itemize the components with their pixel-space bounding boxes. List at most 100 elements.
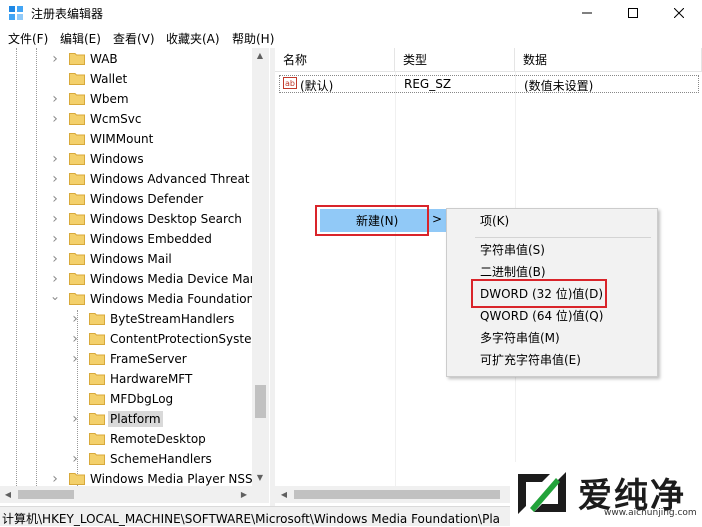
folder-icon bbox=[69, 272, 85, 285]
tree-item[interactable]: MFDbgLog bbox=[0, 389, 252, 409]
scroll-corner bbox=[252, 486, 269, 503]
minimize-button[interactable] bbox=[564, 0, 610, 26]
tree-item[interactable]: WIMMount bbox=[0, 129, 252, 149]
tree-item-label: Windows Defender bbox=[90, 192, 204, 206]
maximize-icon bbox=[628, 8, 638, 18]
submenu-multi-string-label: 多字符串值(M) bbox=[480, 331, 560, 345]
chevron-right-icon[interactable]: › bbox=[50, 272, 60, 286]
tree-horizontal-thumb[interactable] bbox=[18, 490, 74, 499]
key-tree[interactable]: › WAB Wallet › Wbem › WcmSvc WIMMount › Windows › W… bbox=[0, 48, 270, 506]
scroll-left-icon[interactable]: ◀ bbox=[2, 490, 14, 500]
chevron-right-icon[interactable]: › bbox=[50, 152, 60, 166]
tree-item[interactable]: ⌄ Windows Media Foundation bbox=[0, 289, 254, 309]
tree-item[interactable]: › ByteStreamHandlers bbox=[0, 309, 252, 329]
menu-favorites[interactable]: 收藏夹(A) bbox=[166, 30, 220, 47]
folder-icon bbox=[69, 132, 85, 145]
tree-item-label: WAB bbox=[90, 52, 118, 66]
status-path: 计算机\HKEY_LOCAL_MACHINE\SOFTWARE\Microsof… bbox=[2, 512, 501, 526]
tree-vertical-thumb[interactable] bbox=[255, 385, 266, 418]
tree-item-label: Windows Mail bbox=[90, 252, 172, 266]
scroll-left-icon[interactable]: ◀ bbox=[278, 490, 290, 500]
menu-view[interactable]: 查看(V) bbox=[113, 30, 155, 47]
scroll-up-icon[interactable]: ▲ bbox=[254, 51, 266, 61]
folder-icon bbox=[69, 172, 85, 185]
column-divider bbox=[395, 72, 396, 488]
folder-icon bbox=[69, 152, 85, 165]
chevron-down-icon[interactable]: ⌄ bbox=[50, 289, 60, 303]
table-row[interactable]: ab (默认) REG_SZ (数值未设置) bbox=[279, 75, 699, 93]
menu-help[interactable]: 帮助(H) bbox=[232, 30, 274, 47]
chevron-right-icon[interactable]: › bbox=[50, 232, 60, 246]
tree-item[interactable]: HardwareMFT bbox=[0, 369, 252, 389]
tree-item-label: ByteStreamHandlers bbox=[110, 312, 235, 326]
chevron-right-icon[interactable]: › bbox=[70, 312, 80, 326]
string-value-icon: ab bbox=[283, 77, 297, 89]
chevron-right-icon[interactable]: › bbox=[50, 472, 60, 486]
watermark: 爱纯净 www.aichunjing.com bbox=[510, 462, 702, 526]
tree-item[interactable]: › Windows Mail bbox=[0, 249, 252, 269]
tree-item[interactable]: › Windows Media Device Man bbox=[0, 269, 257, 289]
folder-icon bbox=[89, 372, 105, 385]
tree-item[interactable]: › FrameServer bbox=[0, 349, 252, 369]
tree-item[interactable]: › SchemeHandlers bbox=[0, 449, 252, 469]
folder-icon bbox=[89, 332, 105, 345]
folder-icon bbox=[69, 232, 85, 245]
chevron-right-icon[interactable]: › bbox=[70, 412, 80, 426]
tree-item[interactable]: › Platform bbox=[0, 409, 252, 429]
tree-item[interactable]: › WAB bbox=[0, 49, 252, 69]
tree-item[interactable]: › Windows Advanced Threat P bbox=[0, 169, 260, 189]
chevron-right-icon[interactable]: › bbox=[50, 112, 60, 126]
tree-item-label: MFDbgLog bbox=[110, 392, 174, 406]
folder-icon bbox=[69, 92, 85, 105]
tree-item-label: Windows Embedded bbox=[90, 232, 212, 246]
chevron-right-icon[interactable]: › bbox=[50, 172, 60, 186]
tree-vertical-scrollbar[interactable]: ▲ ▼ bbox=[252, 48, 269, 486]
tree-item[interactable]: › Windows Desktop Search bbox=[0, 209, 252, 229]
menu-bar: 文件(F) 编辑(E) 查看(V) 收藏夹(A) 帮助(H) bbox=[0, 26, 702, 48]
minimize-icon bbox=[582, 12, 592, 14]
chevron-right-icon[interactable]: › bbox=[70, 332, 80, 346]
menu-file[interactable]: 文件(F) bbox=[8, 30, 48, 47]
close-button[interactable] bbox=[656, 0, 702, 26]
maximize-button[interactable] bbox=[610, 0, 656, 26]
chevron-right-icon[interactable]: › bbox=[70, 352, 80, 366]
scroll-right-icon[interactable]: ▶ bbox=[238, 490, 250, 500]
submenu-string-label: 字符串值(S) bbox=[480, 243, 545, 257]
chevron-right-icon[interactable]: › bbox=[50, 52, 60, 66]
chevron-right-icon[interactable]: › bbox=[50, 252, 60, 266]
tree-item-label: WcmSvc bbox=[90, 112, 142, 126]
menu-edit[interactable]: 编辑(E) bbox=[60, 30, 101, 47]
folder-icon bbox=[69, 72, 85, 85]
folder-icon bbox=[69, 212, 85, 225]
column-header-type[interactable]: 类型 bbox=[395, 48, 515, 72]
tree-item-label: Platform bbox=[108, 411, 163, 427]
tree-item[interactable]: › Wbem bbox=[0, 89, 252, 109]
folder-icon bbox=[69, 252, 85, 265]
menu-separator bbox=[475, 237, 651, 238]
chevron-right-icon[interactable]: › bbox=[70, 452, 80, 466]
tree-item[interactable]: › ContentProtectionSystem bbox=[0, 329, 263, 349]
list-horizontal-thumb[interactable] bbox=[294, 490, 500, 499]
chevron-right-icon[interactable]: › bbox=[50, 192, 60, 206]
close-icon bbox=[674, 8, 684, 18]
svg-text:ab: ab bbox=[285, 79, 295, 88]
tree-item[interactable]: › Windows Embedded bbox=[0, 229, 252, 249]
submenu-arrow-icon: > bbox=[432, 212, 443, 226]
tree-item[interactable]: Wallet bbox=[0, 69, 252, 89]
chevron-right-icon[interactable]: › bbox=[50, 212, 60, 226]
tree-item[interactable]: › Windows Defender bbox=[0, 189, 252, 209]
tree-item-label: Windows Media Foundation bbox=[90, 292, 255, 306]
tree-horizontal-scrollbar[interactable]: ◀ ▶ bbox=[0, 486, 252, 503]
scroll-down-icon[interactable]: ▼ bbox=[254, 473, 266, 483]
tree-item[interactable]: › Windows bbox=[0, 149, 252, 169]
callout-new bbox=[315, 205, 429, 236]
tree-item-label: Windows Desktop Search bbox=[90, 212, 242, 226]
tree-item[interactable]: › WcmSvc bbox=[0, 109, 252, 129]
column-header-data[interactable]: 数据 bbox=[515, 48, 702, 72]
folder-icon bbox=[69, 472, 85, 485]
brand-logo-icon bbox=[518, 472, 566, 514]
tree-item[interactable]: RemoteDesktop bbox=[0, 429, 252, 449]
folder-icon bbox=[69, 292, 85, 305]
column-header-name[interactable]: 名称 bbox=[275, 48, 395, 72]
chevron-right-icon[interactable]: › bbox=[50, 92, 60, 106]
